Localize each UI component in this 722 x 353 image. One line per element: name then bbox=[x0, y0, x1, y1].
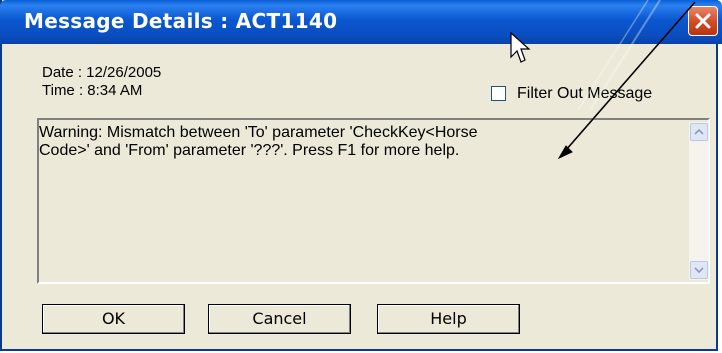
message-text-area[interactable]: Warning: Mismatch between 'To' parameter… bbox=[37, 118, 710, 284]
date-label: Date : 12/26/2005 bbox=[42, 64, 162, 81]
message-text: Warning: Mismatch between 'To' parameter… bbox=[39, 124, 679, 160]
cancel-button[interactable]: Cancel bbox=[208, 304, 351, 334]
message-line-1: Warning: Mismatch between 'To' parameter… bbox=[39, 124, 478, 141]
filter-out-message-label[interactable]: Filter Out Message bbox=[517, 85, 652, 103]
chevron-down-icon bbox=[694, 267, 704, 274]
help-button[interactable]: Help bbox=[377, 304, 520, 334]
ok-button[interactable]: OK bbox=[42, 304, 185, 334]
scroll-up-button[interactable] bbox=[690, 123, 708, 141]
close-icon bbox=[695, 13, 711, 29]
scroll-down-button[interactable] bbox=[690, 261, 708, 279]
vertical-scrollbar[interactable] bbox=[689, 122, 709, 280]
message-details-dialog: Message Details : ACT1140 Date : 12/26/2… bbox=[0, 0, 722, 351]
dialog-title: Message Details : ACT1140 bbox=[24, 9, 338, 33]
close-button[interactable] bbox=[688, 6, 718, 36]
title-bar[interactable]: Message Details : ACT1140 bbox=[0, 0, 722, 44]
filter-out-message-checkbox[interactable] bbox=[491, 86, 506, 101]
message-line-2: Code>' and 'From' parameter '???'. Press… bbox=[39, 142, 460, 159]
time-label: Time : 8:34 AM bbox=[42, 82, 143, 99]
chevron-up-icon bbox=[694, 128, 704, 135]
